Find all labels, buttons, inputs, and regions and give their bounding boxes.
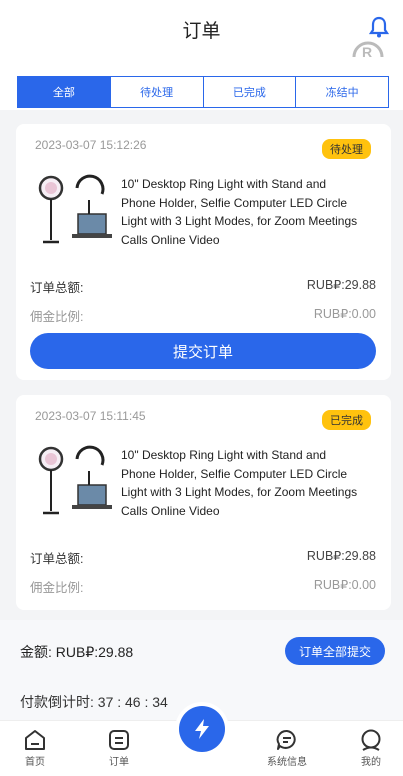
order-total-label: 订单总额: <box>30 281 84 295</box>
submit-all-orders-button[interactable]: 订单全部提交 <box>285 637 385 665</box>
registered-logo-icon: R <box>351 36 385 60</box>
submit-order-button[interactable]: 提交订单 <box>30 333 376 369</box>
tabbar-item-messages[interactable]: 系统信息 <box>257 729 317 768</box>
tabbar-item-home[interactable]: 首页 <box>5 729 65 768</box>
tab-pending[interactable]: 待处理 <box>109 77 203 107</box>
tabbar-label: 我的 <box>361 757 381 768</box>
commission-value: RUB₽:0.00 <box>313 307 376 321</box>
order-time: 2023-03-07 15:11:45 <box>35 409 146 423</box>
center-action-button[interactable] <box>175 702 229 756</box>
tab-all[interactable]: 全部 <box>18 77 110 107</box>
tabbar-item-profile[interactable]: 我的 <box>341 729 401 768</box>
order-card: 2023-03-07 15:11:45 已完成 10" Desktop Ring… <box>16 395 391 610</box>
order-total-value: RUB₽:29.88 <box>306 549 376 563</box>
tabbar-label: 系统信息 <box>267 757 307 768</box>
top-bar: 订单 R 全部 待处理 已完成 冻结中 <box>0 0 403 110</box>
commission-label: 佣金比例: <box>30 581 84 595</box>
product-image <box>34 174 118 248</box>
product-title: 10" Desktop Ring Light with Stand and Ph… <box>121 177 358 247</box>
order-time: 2023-03-07 15:12:26 <box>35 138 147 152</box>
order-icon <box>109 730 129 750</box>
order-total-value: RUB₽:29.88 <box>306 278 376 292</box>
commission-value: RUB₽:0.00 <box>313 578 376 592</box>
total-amount: 金额: RUB₽:29.88 <box>20 644 134 660</box>
tab-frozen[interactable]: 冻结中 <box>295 77 388 107</box>
tab-completed[interactable]: 已完成 <box>202 77 296 107</box>
product-image <box>34 445 118 519</box>
product-title: 10" Desktop Ring Light with Stand and Ph… <box>121 448 358 518</box>
tabbar-label: 订单 <box>109 757 129 768</box>
status-tabs: 全部 待处理 已完成 冻结中 <box>17 76 389 108</box>
commission-label: 佣金比例: <box>30 310 84 324</box>
bolt-icon <box>195 719 209 739</box>
message-icon <box>276 729 296 750</box>
tabbar-label: 首页 <box>25 757 45 768</box>
tabbar-item-orders[interactable]: 订单 <box>89 729 149 768</box>
payment-countdown: 付款倒计时: 37 : 46 : 34 <box>20 694 168 710</box>
page-title: 订单 <box>182 21 221 42</box>
order-card: 2023-03-07 15:12:26 待处理 10" Desktop Ring… <box>16 124 391 380</box>
svg-text:R: R <box>362 44 372 58</box>
status-badge: 待处理 <box>322 139 371 159</box>
profile-icon <box>361 729 381 751</box>
status-badge: 已完成 <box>322 410 371 430</box>
home-icon <box>25 730 45 750</box>
order-total-label: 订单总额: <box>30 552 84 566</box>
bell-icon[interactable] <box>368 16 390 38</box>
